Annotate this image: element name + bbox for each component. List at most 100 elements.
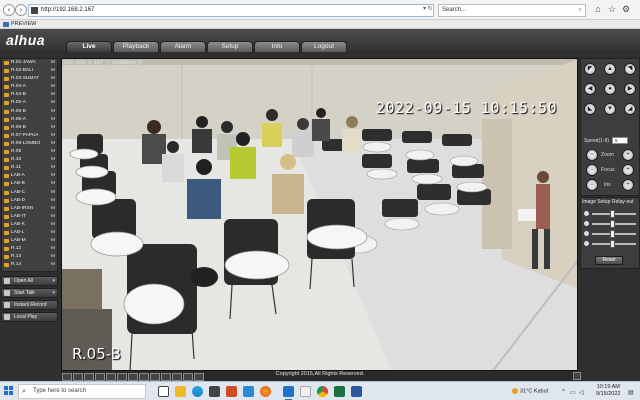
show-hidden-icons-icon[interactable]: ^ [562, 389, 565, 395]
tab-logout[interactable]: Logout [301, 41, 347, 52]
main-stream-toggle[interactable]: M [51, 108, 55, 116]
ptz-down-left-icon[interactable]: ◣ [584, 103, 596, 115]
tab-playback[interactable]: Playback [113, 41, 159, 52]
main-stream-toggle[interactable]: M [51, 75, 55, 83]
ptz-left-icon[interactable]: ◀ [584, 83, 596, 95]
channel-item[interactable]: R.04-B M [2, 91, 57, 99]
dropdown-arrow-icon[interactable]: ▾ [52, 277, 55, 285]
folder-app-icon[interactable] [300, 386, 311, 397]
contrast-slider[interactable] [584, 220, 638, 228]
main-stream-toggle[interactable]: M [51, 180, 55, 188]
channel-item[interactable]: LAB-IRSN M [2, 205, 57, 213]
channel-item[interactable]: R.03-SUMAT M [2, 75, 57, 83]
start-talk-button[interactable]: Start Talk ▾ [1, 288, 58, 298]
live-video-feed[interactable]: 192.168.2.167_7 1869Kbps_H 2022-09-15 10… [61, 58, 578, 371]
main-stream-toggle[interactable]: M [51, 213, 55, 221]
address-bar[interactable]: http://192.168.2.167 [28, 4, 434, 17]
firefox-icon[interactable] [260, 386, 271, 397]
file-explorer-icon[interactable] [175, 386, 186, 397]
forward-icon[interactable]: › [15, 4, 27, 16]
network-icon[interactable]: ▭ [570, 389, 576, 396]
channel-item[interactable]: R.08-LOMBO M [2, 140, 57, 148]
main-stream-toggle[interactable]: M [51, 197, 55, 205]
channel-item[interactable]: R.10 M [2, 156, 57, 164]
browser-search-input[interactable]: Search... ⌕ [438, 4, 586, 17]
main-stream-toggle[interactable]: M [51, 205, 55, 213]
notifications-icon[interactable]: ▤ [628, 389, 634, 396]
reset-button[interactable]: Reset [595, 256, 623, 265]
main-stream-toggle[interactable]: M [51, 261, 55, 269]
weather-widget[interactable]: 31°C Kabut [512, 388, 548, 394]
main-stream-toggle[interactable]: M [51, 253, 55, 261]
search-icon[interactable]: ⌕ [579, 5, 582, 16]
channel-item[interactable]: R.01-JAWA M [2, 59, 57, 67]
ptz-down-icon[interactable]: ▼ [604, 103, 616, 115]
channel-item[interactable]: LAB-L M [2, 229, 57, 237]
volume-icon[interactable]: ◁ [579, 389, 584, 396]
taskbar-clock[interactable]: 10:19 AM 9/15/2022 [596, 384, 620, 398]
excel-icon[interactable] [334, 386, 345, 397]
zoom-in-icon[interactable]: + [622, 149, 634, 161]
channel-item[interactable]: R.12 M [2, 245, 57, 253]
edge-icon[interactable] [192, 386, 203, 397]
main-stream-toggle[interactable]: M [51, 59, 55, 67]
main-stream-toggle[interactable]: M [51, 156, 55, 164]
channel-item[interactable]: R.07-PAPUA M [2, 132, 57, 140]
main-stream-toggle[interactable]: M [51, 132, 55, 140]
office-icon[interactable] [226, 386, 237, 397]
channel-item[interactable]: R.13 M [2, 253, 57, 261]
focus-far-icon[interactable]: + [622, 164, 634, 176]
ptz-up-icon[interactable]: ▲ [604, 63, 616, 75]
main-stream-toggle[interactable]: M [51, 245, 55, 253]
open-all-button[interactable]: Open All ▾ [1, 276, 58, 286]
main-stream-toggle[interactable]: M [51, 237, 55, 245]
taskbar-search-input[interactable]: ⌕ Type here to search [18, 384, 146, 399]
main-stream-toggle[interactable]: M [51, 91, 55, 99]
channel-item[interactable]: LAB-M M [2, 237, 57, 245]
tab-relay-out[interactable]: Relay-out [612, 199, 633, 205]
main-stream-toggle[interactable]: M [51, 83, 55, 91]
main-stream-toggle[interactable]: M [51, 140, 55, 148]
main-stream-toggle[interactable]: M [51, 172, 55, 180]
channel-item[interactable]: R.05-A M [2, 99, 57, 107]
browser-tab[interactable]: PREVIEW [2, 20, 36, 29]
zoom-out-icon[interactable]: − [586, 149, 598, 161]
main-stream-toggle[interactable]: M [51, 189, 55, 197]
channel-item[interactable]: LAB-K M [2, 221, 57, 229]
store-icon[interactable] [209, 386, 220, 397]
iris-close-icon[interactable]: − [586, 179, 598, 191]
word-icon[interactable] [351, 386, 362, 397]
settings-gear-icon[interactable]: ⚙ [620, 3, 632, 15]
windows-start-icon[interactable] [4, 386, 14, 396]
back-icon[interactable]: ‹ [3, 4, 15, 16]
internet-explorer-icon[interactable] [283, 386, 294, 400]
channel-item[interactable]: R.06-A M [2, 116, 57, 124]
channel-item[interactable]: LAB-IT M [2, 213, 57, 221]
main-stream-toggle[interactable]: M [51, 164, 55, 172]
channel-item[interactable]: R.11 M [2, 164, 57, 172]
mail-icon[interactable] [243, 386, 254, 397]
main-stream-toggle[interactable]: M [51, 99, 55, 107]
local-play-button[interactable]: Local Play [1, 312, 58, 322]
channel-item[interactable]: R.09 M [2, 148, 57, 156]
channel-item[interactable]: R.06-B M [2, 124, 57, 132]
favorites-star-icon[interactable]: ☆ [606, 3, 618, 15]
tab-info[interactable]: Info [254, 41, 300, 52]
ptz-up-left-icon[interactable]: ◤ [584, 63, 596, 75]
speed-select[interactable]: 5 [612, 137, 628, 144]
main-stream-toggle[interactable]: M [51, 221, 55, 229]
channel-item[interactable]: LAB-B M [2, 180, 57, 188]
refresh-icon[interactable]: ▾ ↻ [423, 5, 433, 12]
chrome-icon[interactable] [317, 386, 328, 397]
ptz-up-right-icon[interactable]: ◥ [624, 63, 636, 75]
saturation-slider[interactable] [584, 240, 638, 248]
main-stream-toggle[interactable]: M [51, 229, 55, 237]
dropdown-arrow-icon[interactable]: ▾ [52, 289, 55, 297]
channel-item[interactable]: R.04-A M [2, 83, 57, 91]
tab-setup[interactable]: Setup [207, 41, 253, 52]
channel-item[interactable]: LAB-C M [2, 189, 57, 197]
channel-item[interactable]: LAB-D M [2, 197, 57, 205]
main-stream-toggle[interactable]: M [51, 124, 55, 132]
ptz-down-right-icon[interactable]: ◢ [624, 103, 636, 115]
brightness-slider[interactable] [584, 210, 638, 218]
